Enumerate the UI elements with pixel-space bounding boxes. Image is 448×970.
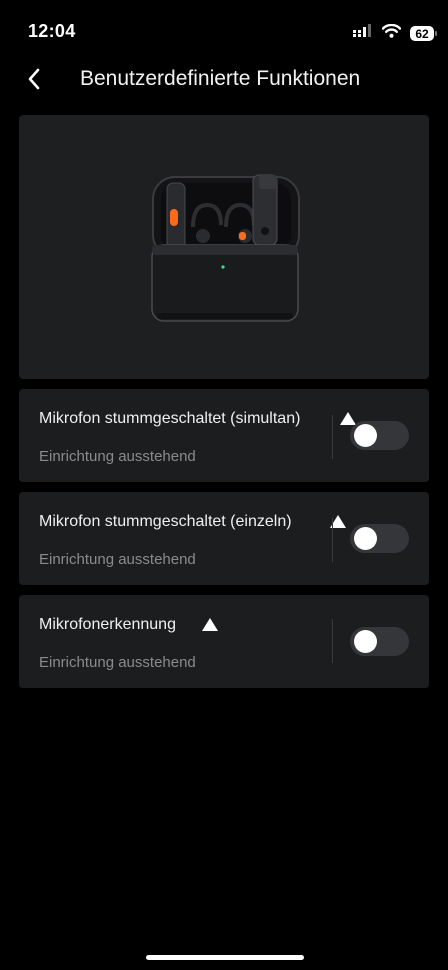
screen: 12:04 62 Benutzerdefinierte Funktionen M… — [0, 0, 448, 970]
warning-icon[interactable] — [201, 617, 219, 632]
home-indicator[interactable] — [146, 955, 304, 960]
chevron-left-icon — [28, 68, 40, 90]
header: Benutzerdefinierte Funktionen — [0, 56, 448, 102]
product-image — [151, 174, 300, 322]
setting-row-mute-individual: Mikrofon stummgeschaltet (einzeln) Einri… — [19, 492, 429, 585]
wifi-icon — [381, 23, 402, 43]
divider — [332, 415, 333, 459]
mute-simultaneous-toggle[interactable] — [350, 421, 409, 450]
status-time: 12:04 — [28, 21, 76, 41]
mic-detection-toggle[interactable] — [350, 627, 409, 656]
divider — [332, 518, 333, 562]
toggle-knob — [354, 424, 377, 447]
setting-status: Einrichtung ausstehend — [39, 654, 196, 671]
back-button[interactable] — [22, 66, 50, 92]
setting-status: Einrichtung ausstehend — [39, 448, 196, 465]
toggle-knob — [354, 630, 377, 653]
setting-title: Mikrofon stummgeschaltet (simultan) — [39, 410, 301, 427]
toggle-knob — [354, 527, 377, 550]
setting-row-mic-detection: Mikrofonerkennung Einrichtung ausstehend — [19, 595, 429, 688]
divider — [332, 619, 333, 663]
setting-title: Mikrofon stummgeschaltet (einzeln) — [39, 513, 292, 530]
setting-title: Mikrofonerkennung — [39, 616, 176, 633]
page-title: Benutzerdefinierte Funktionen — [80, 67, 361, 90]
product-card — [19, 115, 429, 379]
setting-status: Einrichtung ausstehend — [39, 551, 196, 568]
mute-individual-toggle[interactable] — [350, 524, 409, 553]
battery-icon: 62 — [410, 26, 437, 41]
setting-row-mute-simultaneous: Mikrofon stummgeschaltet (simultan) Einr… — [19, 389, 429, 482]
status-icons: 62 — [353, 23, 437, 43]
cellular-signal-icon — [353, 24, 373, 43]
